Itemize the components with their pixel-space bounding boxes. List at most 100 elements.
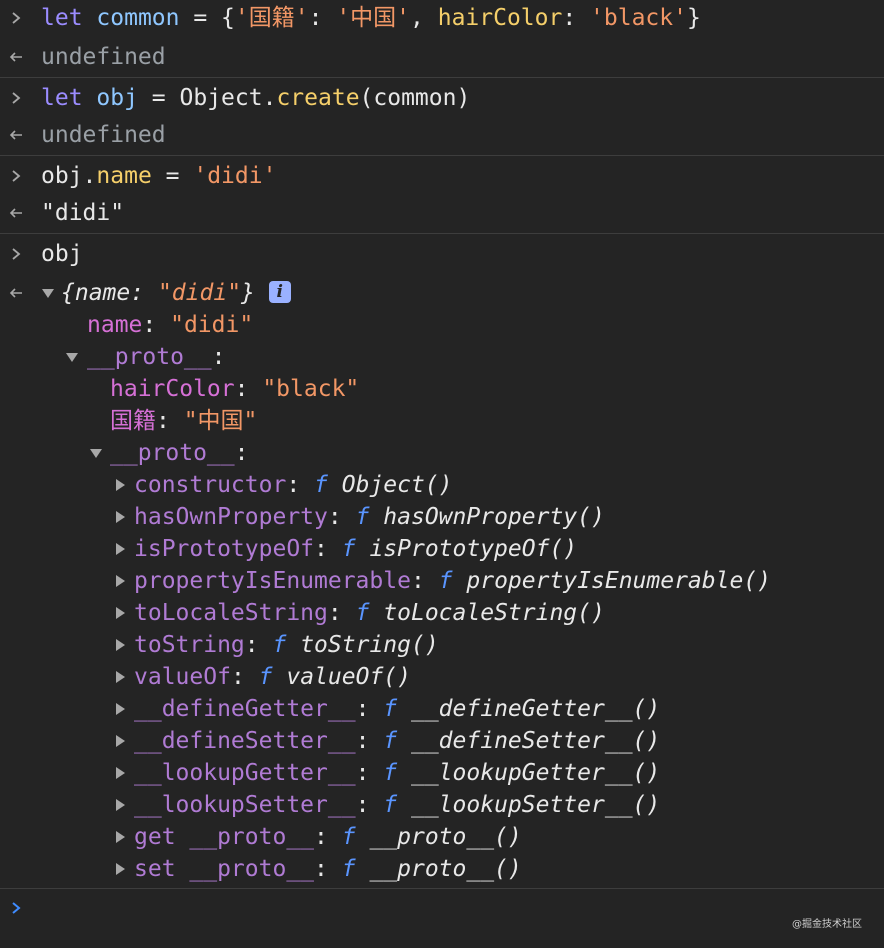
tree-member-row[interactable]: hasOwnProperty: f hasOwnProperty() <box>0 501 884 533</box>
triangle-right-icon[interactable] <box>113 725 127 757</box>
tree-member-row[interactable]: __lookupGetter__: f __lookupGetter__() <box>0 757 884 789</box>
preview-value: "didi" <box>157 280 242 306</box>
member-key: valueOf <box>134 664 231 690</box>
chevron-right-icon <box>8 2 24 34</box>
keyword-let: let <box>41 85 83 111</box>
triangle-down-icon[interactable] <box>89 437 103 469</box>
member-key: toString <box>134 632 245 658</box>
member-value: __defineSetter__() <box>410 728 661 754</box>
tree-member-row[interactable]: propertyIsEnumerable: f propertyIsEnumer… <box>0 565 884 597</box>
tree-property-row: name: "didi" <box>0 309 884 341</box>
property-value: "中国" <box>183 408 258 434</box>
triangle-right-icon[interactable] <box>113 469 127 501</box>
colon: : <box>156 408 184 434</box>
function-icon: f <box>272 632 287 658</box>
triangle-down-icon[interactable] <box>65 341 79 373</box>
triangle-right-icon[interactable] <box>113 821 127 853</box>
operator: = <box>137 85 180 111</box>
console-input-line[interactable]: obj <box>0 238 884 270</box>
colon: : <box>327 504 356 530</box>
triangle-right-icon[interactable] <box>113 661 127 693</box>
output-value: undefined <box>41 44 166 70</box>
triangle-right-icon[interactable] <box>113 533 127 565</box>
triangle-right-icon[interactable] <box>113 565 127 597</box>
member-value: toString() <box>300 632 439 658</box>
colon: : <box>130 280 158 306</box>
tree-proto-row[interactable]: __proto__: <box>0 341 884 373</box>
function-icon: f <box>341 824 356 850</box>
member-key: propertyIsEnumerable <box>134 568 411 594</box>
input-code: let common = {'国籍': '中国', hairColor: 'bl… <box>41 2 701 34</box>
triangle-right-icon[interactable] <box>113 853 127 885</box>
variable-name: common <box>96 5 180 31</box>
return-arrow-icon <box>8 277 24 309</box>
colon: : <box>355 792 384 818</box>
property-value: "didi" <box>170 312 254 338</box>
console-input-line[interactable]: obj.name = 'didi' <box>0 160 884 192</box>
tree-member-row[interactable]: isPrototypeOf: f isPrototypeOf() <box>0 533 884 565</box>
triangle-right-icon[interactable] <box>113 597 127 629</box>
function-icon: f <box>383 792 398 818</box>
property-name: name <box>96 163 152 189</box>
function-icon: f <box>438 568 453 594</box>
method-name: create <box>276 85 360 111</box>
input-code: obj <box>41 241 83 267</box>
triangle-right-icon[interactable] <box>113 757 127 789</box>
string-value: '中国' <box>336 5 411 31</box>
operator: = <box>179 5 222 31</box>
colon: : <box>355 696 384 722</box>
string-value: 'didi' <box>193 163 277 189</box>
object-summary-row[interactable]: {name: "didi"} i <box>0 277 884 309</box>
variable-name: obj <box>96 85 138 111</box>
colon: : <box>142 312 171 338</box>
console-input-line[interactable]: let common = {'国籍': '中国', hairColor: 'bl… <box>0 2 884 34</box>
tree-member-row[interactable]: valueOf: f valueOf() <box>0 661 884 693</box>
tree-member-row[interactable]: get __proto__: f __proto__() <box>0 821 884 853</box>
proto-key: __proto__ <box>87 344 212 370</box>
triangle-down-icon[interactable] <box>41 277 55 309</box>
string-key: '国籍' <box>234 5 309 31</box>
tree-member-row[interactable]: __defineSetter__: f __defineSetter__() <box>0 725 884 757</box>
console-prompt[interactable] <box>0 892 884 924</box>
call-args: (common) <box>359 85 471 111</box>
tree-member-row[interactable]: set __proto__: f __proto__() <box>0 853 884 885</box>
console-output-line: undefined <box>0 41 884 73</box>
member-key: hasOwnProperty <box>134 504 328 530</box>
tree-member-row[interactable]: toString: f toString() <box>0 629 884 661</box>
chevron-right-icon <box>8 160 24 192</box>
member-key: isPrototypeOf <box>134 536 315 562</box>
colon: : <box>234 440 263 466</box>
colon: : <box>327 600 356 626</box>
tree-member-row[interactable]: __defineGetter__: f __defineGetter__() <box>0 693 884 725</box>
triangle-right-icon[interactable] <box>113 693 127 725</box>
colon: : <box>308 5 337 31</box>
member-key: toLocaleString <box>134 600 328 626</box>
triangle-right-icon[interactable] <box>113 789 127 821</box>
member-key: constructor <box>134 472 287 498</box>
tree-member-row[interactable]: toLocaleString: f toLocaleString() <box>0 597 884 629</box>
member-value: __lookupSetter__() <box>410 792 661 818</box>
watermark: @掘金技术社区 <box>792 919 862 930</box>
dot: . <box>262 85 277 111</box>
triangle-right-icon[interactable] <box>113 629 127 661</box>
function-icon: f <box>258 664 273 690</box>
triangle-right-icon[interactable] <box>113 501 127 533</box>
console-input-line[interactable]: let obj = Object.create(common) <box>0 82 884 114</box>
chevron-right-icon <box>8 82 24 114</box>
member-value: __defineGetter__() <box>410 696 661 722</box>
info-icon[interactable]: i <box>268 280 291 303</box>
colon: : <box>355 728 384 754</box>
tree-member-row[interactable]: __lookupSetter__: f __lookupSetter__() <box>0 789 884 821</box>
member-value: __proto__() <box>369 856 522 882</box>
member-key: __lookupSetter__ <box>134 792 356 818</box>
return-arrow-icon <box>8 197 24 229</box>
operator: = <box>151 163 194 189</box>
member-value: propertyIsEnumerable() <box>466 568 772 594</box>
member-value: valueOf() <box>286 664 411 690</box>
function-icon: f <box>355 600 370 626</box>
output-value: undefined <box>41 122 166 148</box>
tree-member-row[interactable]: constructor: f Object() <box>0 469 884 501</box>
colon: : <box>234 376 263 402</box>
tree-proto-row[interactable]: __proto__: <box>0 437 884 469</box>
member-value: __proto__() <box>369 824 522 850</box>
